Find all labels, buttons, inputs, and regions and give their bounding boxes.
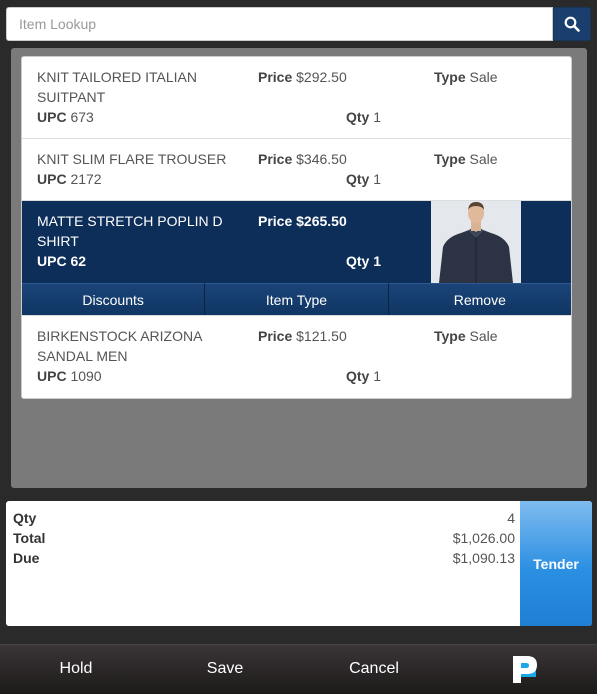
qty-value: 1 [373,171,382,187]
totals-qty-label: Qty [13,510,37,526]
price-label: Price [258,328,293,344]
upc-value: 2172 [70,171,102,187]
upc-label: UPC [37,253,67,269]
type-label: Type [434,328,466,344]
item-upc: UPC 1090 [37,366,102,386]
cart-panel: KNIT TAILORED ITALIAN SUITPANT Price $29… [11,48,587,488]
totals-total-label: Total [13,530,46,546]
upc-label: UPC [37,109,67,125]
footer-bar: Hold Save Cancel [0,644,597,694]
type-value: Sale [469,69,498,85]
type-value: Sale [469,151,498,167]
totals-due-label: Due [13,550,40,566]
upc-value: 62 [70,253,87,269]
item-thumbnail [431,201,521,283]
item-upc: UPC 2172 [37,169,102,189]
qty-label: Qty [346,171,370,187]
price-value: $292.50 [296,69,347,85]
cart-item[interactable]: KNIT SLIM FLARE TROUSER Price $346.50 Ty… [22,139,571,201]
save-button[interactable]: Save [175,645,275,694]
item-type: Type Sale [434,326,498,346]
discounts-button[interactable]: Discounts [22,283,206,315]
totals-total-row: Total $1,026.00 [13,528,515,548]
item-name: BIRKENSTOCK ARIZONA SANDAL MEN [37,328,202,364]
item-qty: Qty 1 [346,107,381,127]
qty-value: 1 [373,368,382,384]
item-price: Price $121.50 [258,326,347,346]
totals-qty-row: Qty 4 [13,508,515,528]
price-label: Price [258,69,293,85]
search-icon [564,16,580,32]
cart-item-list: KNIT TAILORED ITALIAN SUITPANT Price $29… [21,56,572,399]
qty-value: 1 [373,109,382,125]
price-label: Price [258,213,293,229]
cart-item[interactable]: BIRKENSTOCK ARIZONA SANDAL MEN Price $12… [22,316,571,398]
tender-button[interactable]: Tender [520,501,592,626]
price-value: $346.50 [296,151,347,167]
item-upc: UPC 673 [37,107,94,127]
price-value: $265.50 [296,213,347,229]
item-action-bar: Discounts Item Type Remove [22,283,571,316]
price-label: Price [258,151,293,167]
qty-label: Qty [346,109,370,125]
upc-value: 673 [70,109,94,125]
search-button[interactable] [553,7,591,41]
item-name: MATTE STRETCH POPLIN D SHIRT [37,213,223,249]
cart-item-selected[interactable]: MATTE STRETCH POPLIN D SHIRT Price $265.… [22,201,571,283]
qty-label: Qty [346,368,370,384]
cart-item[interactable]: KNIT TAILORED ITALIAN SUITPANT Price $29… [22,57,571,139]
item-type: Type Sale [434,67,498,87]
price-value: $121.50 [296,328,347,344]
upc-label: UPC [37,368,67,384]
item-qty: Qty 1 [346,169,381,189]
upc-label: UPC [37,171,67,187]
totals-due-value: $1,090.13 [452,550,515,566]
totals-qty-value: 4 [507,510,515,526]
item-type-button[interactable]: Item Type [205,283,389,315]
item-name: KNIT SLIM FLARE TROUSER [37,151,227,167]
item-qty: Qty 1 [346,366,381,386]
item-price: Price $292.50 [258,67,347,87]
item-upc: UPC 62 [37,251,86,271]
item-qty: Qty 1 [346,251,381,271]
item-lookup-input[interactable] [6,7,553,41]
type-label: Type [434,151,466,167]
upc-value: 1090 [70,368,102,384]
hold-button[interactable]: Hold [26,645,126,694]
p-logo-icon [513,656,537,683]
item-price: Price $265.50 [258,211,347,231]
qty-value: 1 [373,253,382,269]
item-name: KNIT TAILORED ITALIAN SUITPANT [37,69,198,105]
totals-due-row: Due $1,090.13 [13,548,515,568]
item-type: Type Sale [434,149,498,169]
totals-panel: Qty 4 Total $1,026.00 Due $1,090.13 Tend… [6,501,592,626]
item-price: Price $346.50 [258,149,347,169]
totals-total-value: $1,026.00 [452,530,515,546]
qty-label: Qty [346,253,370,269]
cancel-button[interactable]: Cancel [324,645,424,694]
item-lookup-bar [6,7,591,41]
type-label: Type [434,69,466,85]
type-value: Sale [469,328,498,344]
remove-button[interactable]: Remove [388,283,571,315]
